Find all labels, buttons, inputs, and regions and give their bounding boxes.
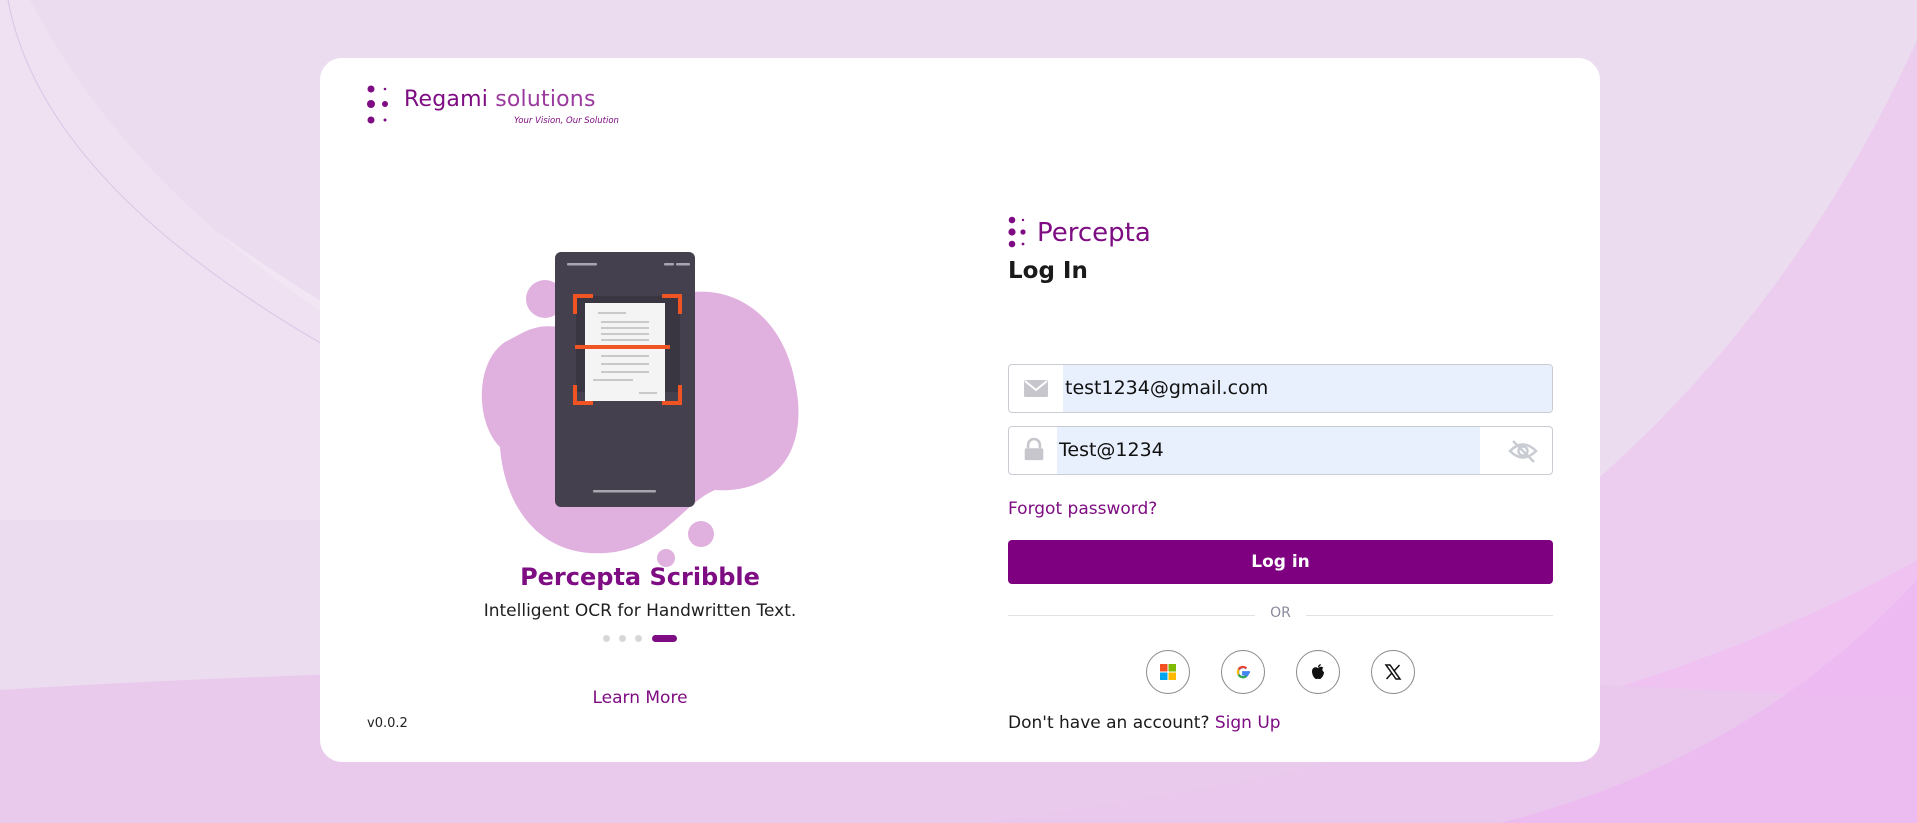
ocr-phone-illustration	[481, 252, 799, 567]
signup-link[interactable]: Sign Up	[1215, 713, 1281, 733]
eye-off-icon[interactable]	[1508, 438, 1538, 464]
signup-row: Don't have an account? Sign Up	[1008, 713, 1281, 733]
brand-name-main: Regami	[404, 87, 489, 112]
brand-name-suffix: solutions	[495, 87, 596, 112]
divider-line	[1306, 615, 1553, 616]
carousel-dot-active[interactable]	[652, 635, 677, 642]
email-field[interactable]: test1234@gmail.com	[1008, 364, 1553, 413]
or-label: OR	[1270, 605, 1291, 621]
carousel-dot[interactable]	[619, 635, 626, 642]
password-field[interactable]: Test@1234	[1008, 426, 1553, 475]
forgot-password-link[interactable]: Forgot password?	[1008, 499, 1157, 519]
or-divider: OR	[1008, 605, 1553, 625]
apple-icon	[1312, 664, 1324, 680]
learn-more-link[interactable]: Learn More	[320, 688, 960, 708]
signup-prompt: Don't have an account?	[1008, 713, 1210, 733]
login-title: Log In	[1008, 258, 1088, 284]
login-card: Regami solutions Your Vision, Our Soluti…	[320, 58, 1600, 762]
brand-dots-icon	[367, 85, 388, 124]
carousel-dot[interactable]	[635, 635, 642, 642]
apple-login-button[interactable]	[1296, 650, 1340, 694]
carousel-dot[interactable]	[603, 635, 610, 642]
lock-icon	[1024, 437, 1044, 461]
brand-tagline: Your Vision, Our Solution	[514, 116, 619, 126]
email-value[interactable]: test1234@gmail.com	[1063, 365, 1552, 412]
percepta-dots-icon	[1008, 216, 1026, 248]
company-logo: Regami solutions Your Vision, Our Soluti…	[367, 85, 619, 129]
google-login-button[interactable]	[1221, 650, 1265, 694]
x-login-button[interactable]	[1371, 650, 1415, 694]
product-name: Percepta	[1037, 218, 1151, 248]
password-value[interactable]: Test@1234	[1057, 427, 1480, 474]
login-button[interactable]: Log in	[1008, 540, 1553, 584]
version-label: v0.0.2	[367, 716, 408, 731]
promo-title: Percepta Scribble	[520, 563, 760, 591]
brand-name: Regami solutions	[404, 87, 596, 112]
google-icon	[1236, 665, 1250, 679]
envelope-icon	[1024, 380, 1048, 397]
microsoft-login-button[interactable]	[1146, 650, 1190, 694]
promo-subtitle: Intelligent OCR for Handwritten Text.	[483, 601, 797, 621]
microsoft-icon	[1160, 664, 1176, 680]
x-icon	[1384, 664, 1402, 680]
